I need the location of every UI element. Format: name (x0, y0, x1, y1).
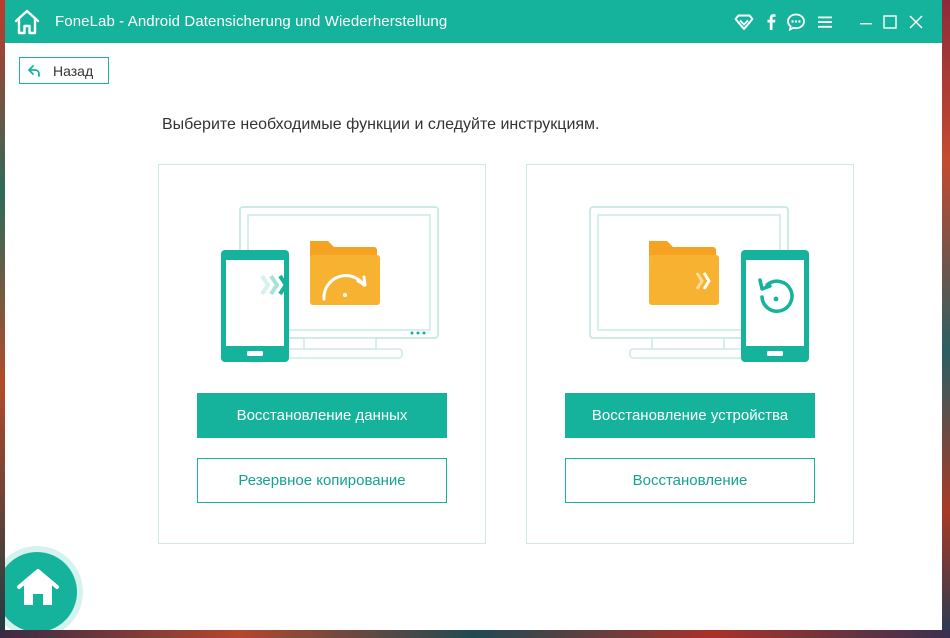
wifi-icon[interactable] (734, 12, 754, 32)
phone-to-folder-illustration (221, 206, 439, 362)
window-title: FoneLab - Android Datensicherung und Wie… (55, 13, 448, 30)
close-icon[interactable] (906, 12, 926, 32)
backup-button[interactable]: Резервное копирование (197, 458, 447, 503)
recover-data-button[interactable]: Восстановление данных (197, 393, 447, 438)
instruction-text: Выберите необходимые функции и следуйте … (162, 116, 600, 133)
restore-button[interactable]: Восстановление (565, 458, 815, 503)
restore-device-button[interactable]: Восстановление устройства (565, 393, 815, 438)
data-recovery-card: Восстановление данных Резервное копирова… (158, 164, 486, 544)
home-button[interactable] (5, 546, 83, 630)
menu-icon[interactable] (815, 12, 835, 32)
back-label: Назад (53, 62, 94, 79)
title-bar: FoneLab - Android Datensicherung und Wie… (5, 0, 942, 43)
desktop-background-right (942, 0, 950, 638)
device-restore-card: Восстановление устройства Восстановление (526, 164, 854, 544)
chat-icon[interactable] (786, 12, 806, 32)
folder-to-phone-illustration (589, 206, 809, 362)
maximize-icon[interactable] (880, 12, 900, 32)
facebook-icon[interactable] (761, 12, 781, 32)
back-button[interactable]: Назад (19, 57, 109, 84)
home-icon (17, 569, 59, 605)
app-window: FoneLab - Android Datensicherung und Wie… (5, 0, 942, 630)
minimize-icon[interactable] (856, 12, 876, 32)
home-icon[interactable] (12, 7, 42, 37)
back-arrow-icon (28, 64, 40, 77)
desktop-background-bottom (0, 630, 950, 638)
